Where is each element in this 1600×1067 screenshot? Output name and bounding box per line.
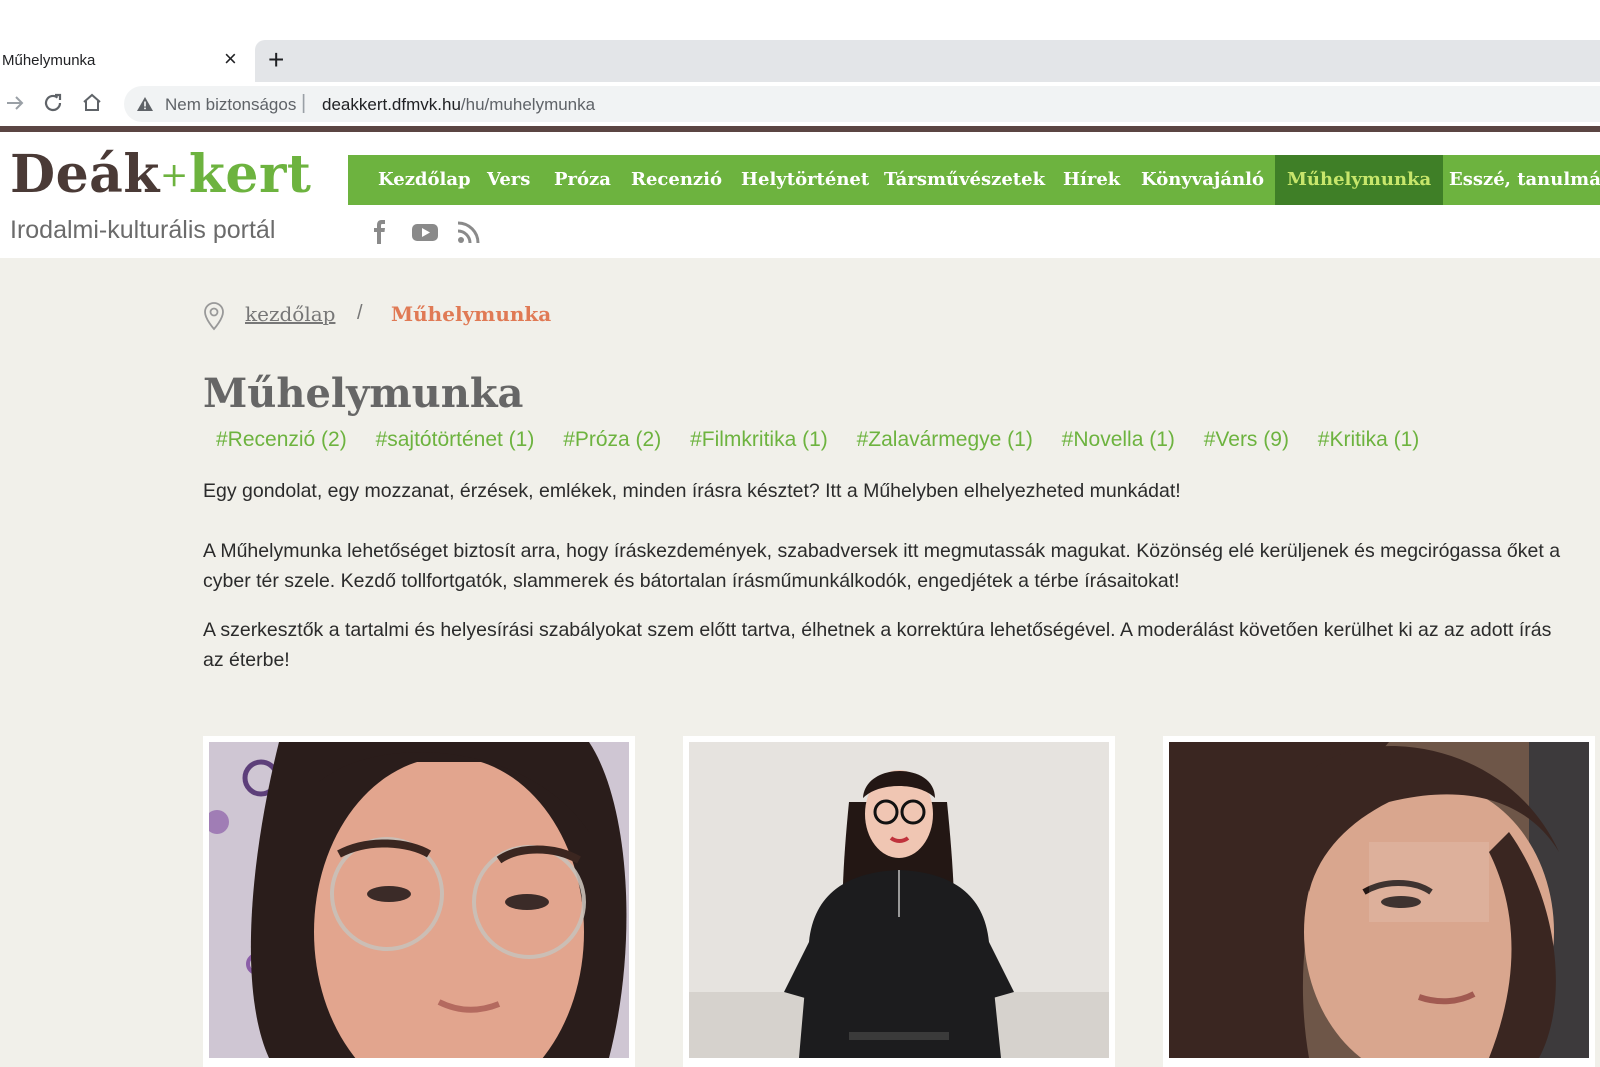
breadcrumb-separator: / bbox=[357, 302, 363, 324]
youtube-icon[interactable] bbox=[410, 218, 440, 246]
nav-item-kezdolap[interactable]: Kezdőlap bbox=[378, 155, 471, 205]
site-logo[interactable]: Deák+kert bbox=[10, 144, 311, 205]
facebook-icon[interactable] bbox=[366, 218, 394, 246]
browser-tab[interactable]: Műhelymunka × bbox=[0, 40, 255, 82]
browser-toolbar: Nem biztonságos | deakkert.dfmvk.hu/hu/m… bbox=[0, 82, 1600, 126]
nav-item-helytortenet[interactable]: Helytörténet bbox=[741, 155, 869, 205]
article-photo[interactable] bbox=[1169, 742, 1589, 1058]
description-line: cyber tér szele. Kezdő tollfortgatók, sl… bbox=[203, 570, 1180, 592]
forward-icon[interactable] bbox=[2, 90, 28, 116]
url-separator: | bbox=[301, 92, 307, 114]
tag-list: #Recenzió (2) #sajtótörténet (1) #Próza … bbox=[216, 428, 1442, 452]
location-pin-icon bbox=[204, 302, 224, 331]
article-card[interactable] bbox=[1163, 736, 1595, 1067]
breadcrumb-current: Műhelymunka bbox=[391, 302, 552, 326]
rss-icon[interactable] bbox=[455, 218, 483, 246]
article-card[interactable] bbox=[683, 736, 1115, 1067]
address-bar[interactable]: Nem biztonságos | deakkert.dfmvk.hu/hu/m… bbox=[124, 86, 1600, 122]
intro-text: Egy gondolat, egy mozzanat, érzések, eml… bbox=[203, 480, 1181, 502]
article-photo[interactable] bbox=[209, 742, 629, 1058]
tab-strip bbox=[255, 40, 1600, 82]
logo-part1: Deák bbox=[10, 144, 160, 205]
portrait-glasses-photo bbox=[209, 742, 629, 1058]
description-line: A Műhelymunka lehetőséget biztosít arra,… bbox=[203, 540, 1561, 562]
portrait-soft-light-photo bbox=[1169, 742, 1589, 1058]
nav-item-essze[interactable]: Esszé, tanulmány bbox=[1449, 155, 1600, 205]
nav-item-muhelymunka[interactable]: Műhelymunka bbox=[1275, 155, 1444, 205]
url-host: deakkert.dfmvk.hu bbox=[322, 95, 461, 114]
article-photo[interactable] bbox=[689, 742, 1109, 1058]
moderation-line: az éterbe! bbox=[203, 649, 290, 671]
page-title: Műhelymunka bbox=[203, 370, 524, 417]
main-nav: Kezdőlap Vers Próza Recenzió Helytörténe… bbox=[348, 155, 1600, 205]
tag-link[interactable]: #Próza (2) bbox=[563, 428, 661, 451]
nav-item-proza[interactable]: Próza bbox=[554, 155, 611, 205]
nav-item-recenzio[interactable]: Recenzió bbox=[631, 155, 722, 205]
tag-link[interactable]: #sajtótörténet (1) bbox=[376, 428, 535, 451]
home-icon[interactable] bbox=[79, 90, 105, 116]
site-header: Deák+kert Irodalmi-kulturális portál Kez… bbox=[0, 132, 1600, 258]
moderation-line: A szerkesztők a tartalmi és helyesírási … bbox=[203, 619, 1552, 641]
new-tab-icon[interactable]: + bbox=[268, 45, 284, 75]
url-path: /hu/muhelymunka bbox=[460, 95, 596, 114]
tag-link[interactable]: #Vers (9) bbox=[1204, 428, 1289, 451]
nav-item-vers[interactable]: Vers bbox=[487, 155, 530, 205]
url-text[interactable]: deakkert.dfmvk.hu/hu/muhelymunka bbox=[322, 95, 595, 115]
tag-link[interactable]: #Kritika (1) bbox=[1318, 428, 1420, 451]
reload-icon[interactable] bbox=[40, 90, 66, 116]
nav-item-tarsmuveszetek[interactable]: Társművészetek bbox=[884, 155, 1045, 205]
tag-link[interactable]: #Novella (1) bbox=[1062, 428, 1175, 451]
nav-item-hirek[interactable]: Hírek bbox=[1063, 155, 1120, 205]
browser-tabbar: Műhelymunka × + bbox=[0, 0, 1600, 82]
nav-item-konyvajanlo[interactable]: Könyvajánló bbox=[1141, 155, 1264, 205]
tab-close-icon[interactable]: × bbox=[224, 48, 237, 70]
article-card[interactable] bbox=[203, 736, 635, 1067]
tab-title: Műhelymunka bbox=[2, 52, 96, 69]
security-label[interactable]: Nem biztonságos bbox=[165, 95, 296, 115]
tag-link[interactable]: #Filmkritika (1) bbox=[690, 428, 828, 451]
tag-link[interactable]: #Recenzió (2) bbox=[216, 428, 347, 451]
logo-plus: + bbox=[159, 155, 189, 195]
portrait-standing-photo bbox=[689, 742, 1109, 1058]
main-content: kezdőlap / Műhelymunka Műhelymunka #Rece… bbox=[0, 258, 1600, 1067]
warning-icon[interactable] bbox=[136, 95, 154, 113]
breadcrumb-home-link[interactable]: kezdőlap bbox=[245, 302, 335, 326]
logo-part2: kert bbox=[188, 144, 312, 205]
tag-link[interactable]: #Zalavármegye (1) bbox=[857, 428, 1033, 451]
site-tagline: Irodalmi-kulturális portál bbox=[10, 216, 276, 244]
